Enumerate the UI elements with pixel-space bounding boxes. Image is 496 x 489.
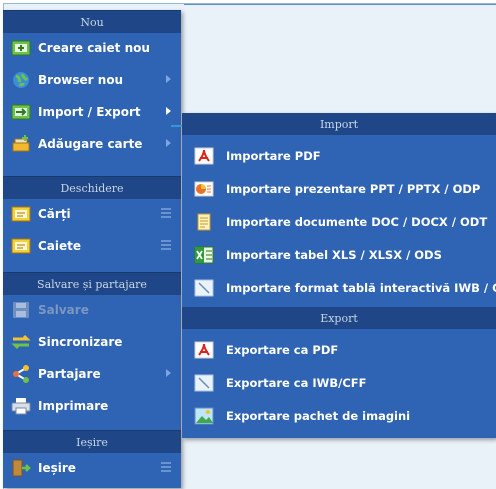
submenu-item-export-pdf[interactable]: Exportare ca PDF	[182, 333, 496, 366]
add-book-icon	[11, 135, 31, 153]
submenu-item-label: Importare PDF	[226, 148, 321, 163]
section-header-save-share: Salvare și partajare	[3, 272, 181, 295]
options-menu-icon[interactable]	[161, 208, 171, 218]
exit-door-icon	[11, 459, 31, 477]
menu-item-sync[interactable]: Sincronizare	[3, 326, 181, 358]
pdf-icon	[194, 147, 214, 165]
menu-item-label: Imprimare	[38, 399, 109, 413]
menu-item-label: Caiete	[38, 239, 82, 253]
submenu-item-label: Importare format tablă interactivă IWB /…	[226, 280, 496, 295]
submenu-item-import-pdf[interactable]: Importare PDF	[182, 139, 496, 172]
main-menu: Nou Creare caiet nou Browser nou Import …	[3, 10, 181, 488]
document-icon	[194, 213, 214, 231]
menu-item-print[interactable]: Imprimare	[3, 390, 181, 422]
background-top-border	[184, 4, 496, 5]
sync-icon	[11, 333, 31, 351]
books-icon	[11, 205, 31, 223]
submenu-item-label: Exportare ca PDF	[226, 342, 339, 357]
menu-item-label: Ieșire	[38, 461, 76, 475]
submenu-item-import-documents[interactable]: Importare documente DOC / DOCX / ODT	[182, 205, 496, 238]
whiteboard-icon	[194, 374, 214, 392]
menu-item-new-notebook[interactable]: Creare caiet nou	[3, 32, 181, 64]
submenu-arrow-icon	[166, 107, 171, 115]
menu-item-label: Creare caiet nou	[38, 41, 150, 55]
submenu-item-export-iwb[interactable]: Exportare ca IWB/CFF	[182, 366, 496, 399]
options-menu-icon[interactable]	[161, 240, 171, 250]
submenu-arrow-icon	[166, 75, 171, 83]
menu-item-exit[interactable]: Ieșire	[3, 452, 181, 484]
section-header-import: Import	[182, 113, 496, 135]
section-header-open: Deschidere	[3, 176, 181, 199]
menu-item-label: Salvare	[38, 303, 89, 317]
print-icon	[11, 397, 31, 415]
whiteboard-icon	[194, 279, 214, 297]
import-export-submenu: Import Importare PDF Importare prezentar…	[182, 113, 496, 438]
section-header-export: Export	[182, 307, 496, 329]
menu-item-label: Import / Export	[38, 105, 141, 119]
menu-item-books[interactable]: Cărți	[3, 198, 181, 230]
menu-item-add-book[interactable]: Adăugare carte	[3, 128, 181, 160]
menu-item-notebooks[interactable]: Caiete	[3, 230, 181, 262]
submenu-item-export-images[interactable]: Exportare pachet de imagini	[182, 399, 496, 432]
submenu-item-import-spreadsheet[interactable]: Importare tabel XLS / XLSX / ODS	[182, 238, 496, 271]
menu-item-import-export[interactable]: Import / Export	[3, 96, 181, 128]
submenu-arrow-icon	[166, 369, 171, 377]
presentation-icon	[194, 180, 214, 198]
spreadsheet-icon	[194, 246, 214, 264]
section-header-new: Nou	[3, 10, 181, 33]
notebook-add-icon	[11, 39, 31, 57]
menu-item-save: Salvare	[3, 294, 181, 326]
submenu-item-label: Importare documente DOC / DOCX / ODT	[226, 214, 488, 229]
menu-item-new-browser[interactable]: Browser nou	[3, 64, 181, 96]
menu-item-label: Adăugare carte	[38, 137, 143, 151]
menu-item-label: Partajare	[38, 367, 101, 381]
import-export-icon	[11, 103, 31, 121]
pdf-icon	[194, 341, 214, 359]
share-icon	[11, 365, 31, 383]
submenu-item-label: Exportare pachet de imagini	[226, 408, 411, 423]
options-menu-icon[interactable]	[161, 462, 171, 472]
submenu-item-import-presentation[interactable]: Importare prezentare PPT / PPTX / ODP	[182, 172, 496, 205]
menu-item-label: Browser nou	[38, 73, 124, 87]
save-icon	[11, 301, 31, 319]
notebooks-icon	[11, 237, 31, 255]
menu-item-label: Sincronizare	[38, 335, 123, 349]
submenu-item-label: Exportare ca IWB/CFF	[226, 375, 367, 390]
globe-icon	[11, 71, 31, 89]
image-pack-icon	[194, 407, 214, 425]
menu-item-share[interactable]: Partajare	[3, 358, 181, 390]
submenu-arrow-icon	[166, 139, 171, 147]
section-header-exit: Ieșire	[3, 430, 181, 453]
menu-item-label: Cărți	[38, 207, 71, 221]
submenu-item-import-whiteboard[interactable]: Importare format tablă interactivă IWB /…	[182, 271, 496, 304]
submenu-item-label: Importare tabel XLS / XLSX / ODS	[226, 247, 442, 262]
submenu-item-label: Importare prezentare PPT / PPTX / ODP	[226, 181, 481, 196]
